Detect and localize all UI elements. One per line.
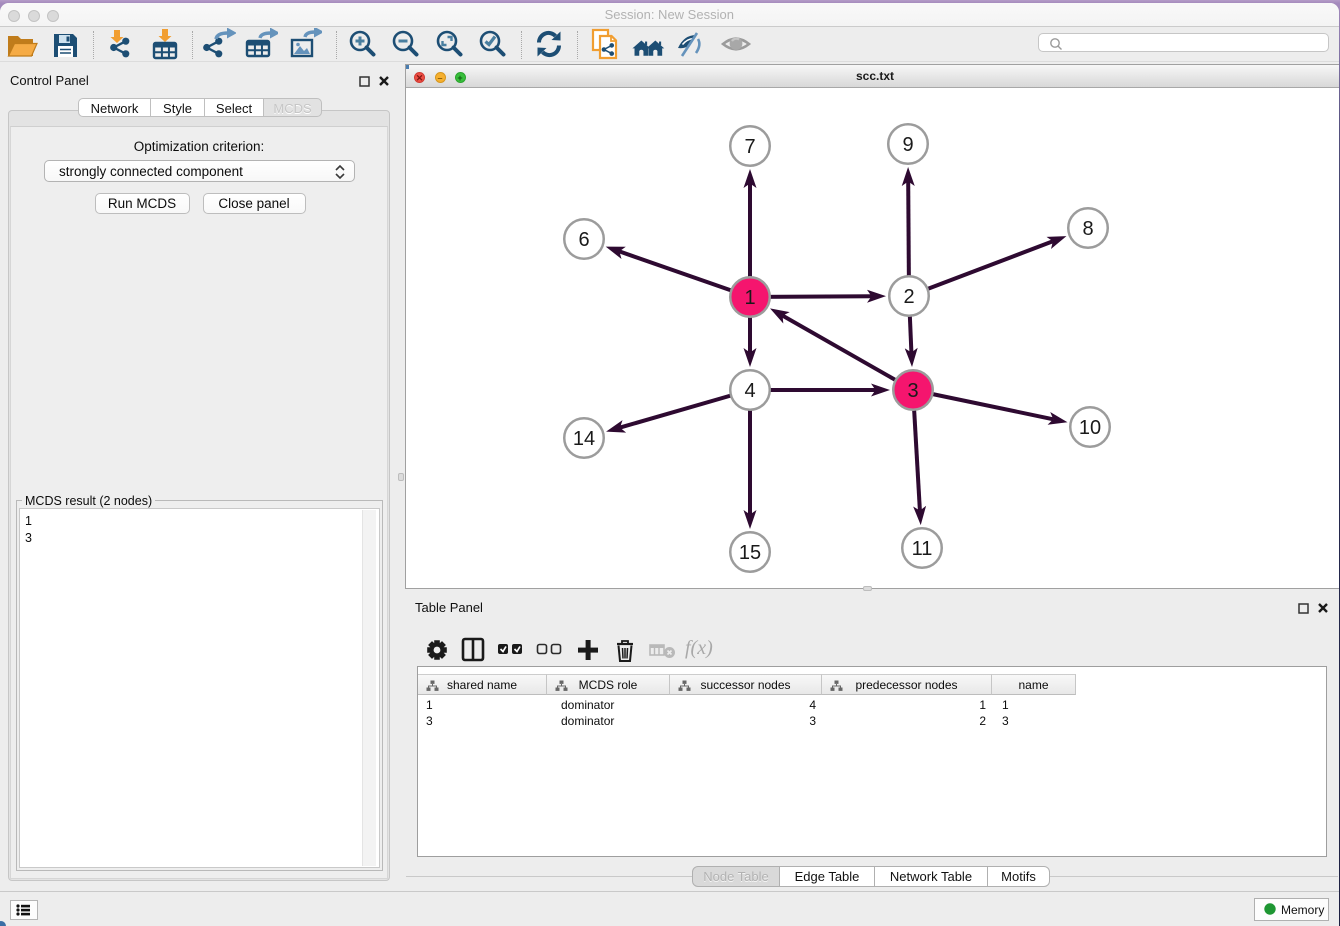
svg-text:11: 11 [912,538,933,560]
svg-text:10: 10 [1079,417,1101,439]
svg-text:7: 7 [744,136,755,158]
svg-text:6: 6 [578,229,589,251]
svg-text:8: 8 [1082,218,1093,240]
svg-text:3: 3 [907,380,918,402]
svg-text:9: 9 [902,134,913,156]
svg-text:4: 4 [744,380,755,402]
svg-text:15: 15 [739,542,761,564]
svg-text:14: 14 [573,428,595,450]
svg-text:1: 1 [744,287,755,309]
svg-text:2: 2 [903,286,914,308]
